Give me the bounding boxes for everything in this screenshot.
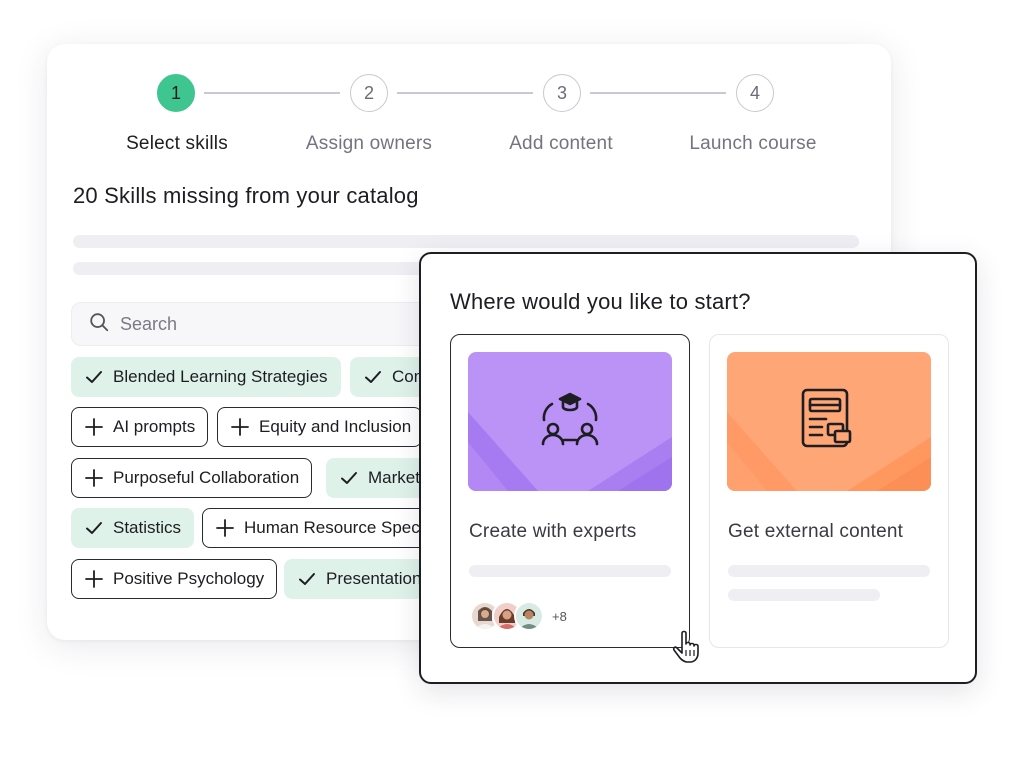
plus-icon: [215, 518, 235, 538]
step-2-indicator[interactable]: 2: [350, 74, 388, 112]
placeholder-line: [728, 589, 880, 601]
skill-chip-label: Human Resource Speci: [244, 518, 424, 537]
skill-chip[interactable]: AI prompts: [71, 407, 209, 447]
skill-chip-label: Statistics: [113, 518, 182, 537]
skill-chip-label: AI prompts: [113, 417, 196, 436]
plus-icon: [84, 417, 104, 437]
skill-chip-label: Equity and Inclusion: [259, 417, 412, 436]
step-4-label: Launch course: [689, 133, 817, 154]
check-icon: [363, 367, 383, 387]
progress-stepper: 1 2 3 4 Select skills Assign owners Add …: [47, 44, 891, 174]
card-label: Get external content: [728, 521, 904, 542]
skill-chip-label: Blended Learning Strategies: [113, 367, 328, 386]
placeholder-line: [73, 235, 859, 248]
create-with-experts-card[interactable]: Create with experts +8: [450, 334, 699, 663]
step-4-indicator[interactable]: 4: [736, 74, 774, 112]
plus-icon: [230, 417, 250, 437]
plus-icon: [84, 468, 104, 488]
skill-chip-label: Positive Psychology: [113, 569, 265, 588]
check-icon: [84, 518, 104, 538]
card-label: Create with experts: [469, 521, 637, 542]
expert-group-icon: [541, 392, 599, 446]
step-connector: [204, 92, 340, 94]
skill-chip-label: Market: [368, 468, 420, 487]
check-icon: [339, 468, 359, 488]
step-1-indicator[interactable]: 1: [157, 74, 195, 112]
start-options-dialog: Where would you like to start? Create wi…: [419, 252, 977, 684]
plus-icon: [84, 569, 104, 589]
placeholder-line: [728, 565, 930, 577]
search-input[interactable]: [120, 313, 420, 335]
avatar: [514, 601, 544, 631]
placeholder-line: [469, 565, 671, 577]
search-icon: [88, 311, 110, 338]
skill-chip[interactable]: Statistics: [71, 508, 195, 548]
get-external-content-card[interactable]: Get external content: [709, 334, 949, 648]
expert-avatars: +8: [470, 601, 567, 631]
check-icon: [84, 367, 104, 387]
placeholder-line: [73, 262, 473, 275]
skill-chip[interactable]: Human Resource Speci: [202, 508, 427, 548]
catalog-title: 20 Skills missing from your catalog: [73, 183, 419, 208]
hand-pointer-icon: [672, 630, 699, 663]
step-3-indicator[interactable]: 3: [543, 74, 581, 112]
external-content-thumbnail: [727, 352, 931, 491]
step-connector: [397, 92, 533, 94]
skill-chip[interactable]: Positive Psychology: [71, 559, 278, 599]
step-3-label: Add content: [509, 133, 613, 154]
step-2-label: Assign owners: [305, 133, 433, 154]
skill-chip[interactable]: Purposeful Collaboration: [71, 458, 313, 498]
check-icon: [297, 569, 317, 589]
skill-chip-label: Purposeful Collaboration: [113, 468, 300, 487]
step-1-label: Select skills: [126, 133, 228, 154]
step-connector: [590, 92, 726, 94]
external-content-icon: [801, 388, 852, 448]
skill-chip[interactable]: Com: [350, 357, 430, 397]
skill-chip-label: Presentation: [326, 569, 422, 588]
skill-chip[interactable]: Blended Learning Strategies: [71, 357, 341, 397]
skill-chip[interactable]: Market: [326, 458, 426, 498]
skill-chip[interactable]: Presentation: [284, 559, 424, 599]
dialog-title: Where would you like to start?: [450, 289, 751, 314]
experts-thumbnail: [468, 352, 672, 491]
skill-chip[interactable]: Equity and Inclusion: [217, 407, 422, 447]
more-experts-count: +8: [552, 608, 567, 624]
